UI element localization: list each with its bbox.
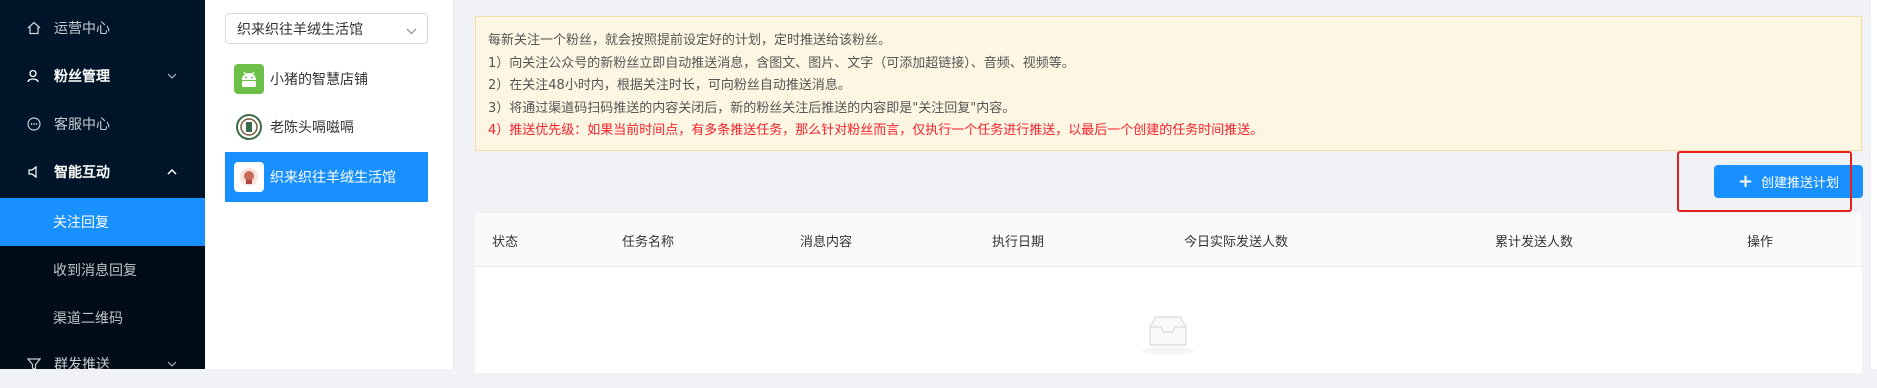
- create-button-label: 创建推送计划: [1761, 176, 1840, 191]
- column-header: 累计发送人数: [1495, 235, 1574, 250]
- notice-line: 3）将通过渠道码扫码推送的内容关闭后，新的粉丝关注后推送的内容即是"关注回复"内…: [488, 100, 1016, 116]
- notice-line: 2）在关注48小时内，根据关注时长，可向粉丝自动推送消息。: [488, 78, 851, 93]
- chat-icon: [26, 116, 42, 132]
- android-logo-icon: [234, 64, 264, 94]
- column-header: 消息内容: [800, 235, 853, 250]
- store-item[interactable]: 老陈头嗝嗞嗝: [225, 102, 428, 152]
- notice-number: 4）: [488, 123, 510, 138]
- nav-item-service[interactable]: 客服中心: [0, 100, 205, 148]
- store-select-value: 织来织往羊绒生活馆: [237, 21, 363, 38]
- table-header: 状态 任务名称 消息内容 执行日期 今日实际发送人数 累计发送人数 操作: [475, 213, 1862, 267]
- column-header: 任务名称: [622, 235, 675, 250]
- notice-warning: 推送优先级：如果当前时间点，有多条推送任务，那么针对粉丝而言，仅执行一个任务进行…: [509, 123, 1264, 138]
- sub-item-label: 关注回复: [53, 215, 109, 231]
- sound-icon: [26, 164, 42, 180]
- nav-item-label: 运营中心: [54, 21, 110, 37]
- sub-item-message-reply[interactable]: 收到消息回复: [0, 246, 205, 294]
- notice-line: 1）向关注公众号的新粉丝立即自动推送消息，含图文、图片、文字（可添加超链接）、音…: [488, 55, 1075, 71]
- sub-item-label: 渠道二维码: [53, 311, 123, 327]
- notice-box: 每新关注一个粉丝，就会按照提前设定好的计划，定时推送给该粉丝。 1）向关注公众号…: [475, 16, 1862, 151]
- task-table: 状态 任务名称 消息内容 执行日期 今日实际发送人数 累计发送人数 操作: [475, 213, 1862, 373]
- nav-item-interaction[interactable]: 智能互动: [0, 148, 205, 196]
- sub-item-follow-reply[interactable]: 关注回复: [0, 198, 205, 246]
- sidebar: 运营中心 粉丝管理 客服中心 智能互动 关注回复 收到消息回复 渠道二维码 群发…: [0, 0, 205, 373]
- store-select[interactable]: 织来织往羊绒生活馆: [225, 13, 428, 44]
- column-header: 状态: [492, 235, 519, 250]
- nav-item-label: 粉丝管理: [54, 69, 110, 85]
- store-logo-icon: [234, 162, 264, 192]
- nav-item-operations[interactable]: 运营中心: [0, 4, 205, 52]
- plus-icon: +: [1737, 170, 1754, 192]
- sub-item-label: 收到消息回复: [53, 263, 137, 279]
- scrollbar-strip: [1871, 0, 1877, 369]
- store-name: 老陈头嗝嗞嗝: [270, 120, 354, 136]
- chevron-down-icon: [165, 69, 179, 83]
- store-name: 小猪的智慧店铺: [270, 72, 368, 88]
- nav-item-label: 客服中心: [54, 117, 110, 133]
- store-panel: 织来织往羊绒生活馆 小猪的智慧店铺 老陈头嗝嗞嗝 织来织往羊绒生活馆: [205, 0, 454, 369]
- create-push-plan-button[interactable]: + 创建推送计划: [1714, 165, 1863, 198]
- store-item[interactable]: 小猪的智慧店铺: [225, 54, 428, 104]
- store-name: 织来织往羊绒生活馆: [270, 170, 396, 186]
- column-header: 今日实际发送人数: [1184, 235, 1289, 250]
- chevron-up-icon: [165, 165, 179, 179]
- nav-item-label: 群发推送: [54, 357, 110, 373]
- filter-icon: [26, 356, 42, 372]
- notice-line: 每新关注一个粉丝，就会按照提前设定好的计划，定时推送给该粉丝。: [488, 33, 892, 48]
- home-icon: [26, 20, 42, 36]
- nav-item-mass-push[interactable]: 群发推送: [0, 340, 205, 388]
- nav-item-fans[interactable]: 粉丝管理: [0, 52, 205, 100]
- column-header: 操作: [1747, 235, 1774, 250]
- store-logo-icon: [234, 112, 264, 142]
- notice-line: 4）推送优先级：如果当前时间点，有多条推送任务，那么针对粉丝而言，仅执行一个任务…: [488, 120, 1849, 143]
- chevron-down-icon: [406, 23, 417, 39]
- empty-inbox-icon: [1142, 316, 1194, 355]
- sub-item-channel-qrcode[interactable]: 渠道二维码: [0, 294, 205, 342]
- nav-item-label: 智能互动: [54, 165, 110, 181]
- user-icon: [26, 68, 42, 84]
- column-header: 执行日期: [992, 235, 1045, 250]
- store-item-selected[interactable]: 织来织往羊绒生活馆: [225, 152, 428, 202]
